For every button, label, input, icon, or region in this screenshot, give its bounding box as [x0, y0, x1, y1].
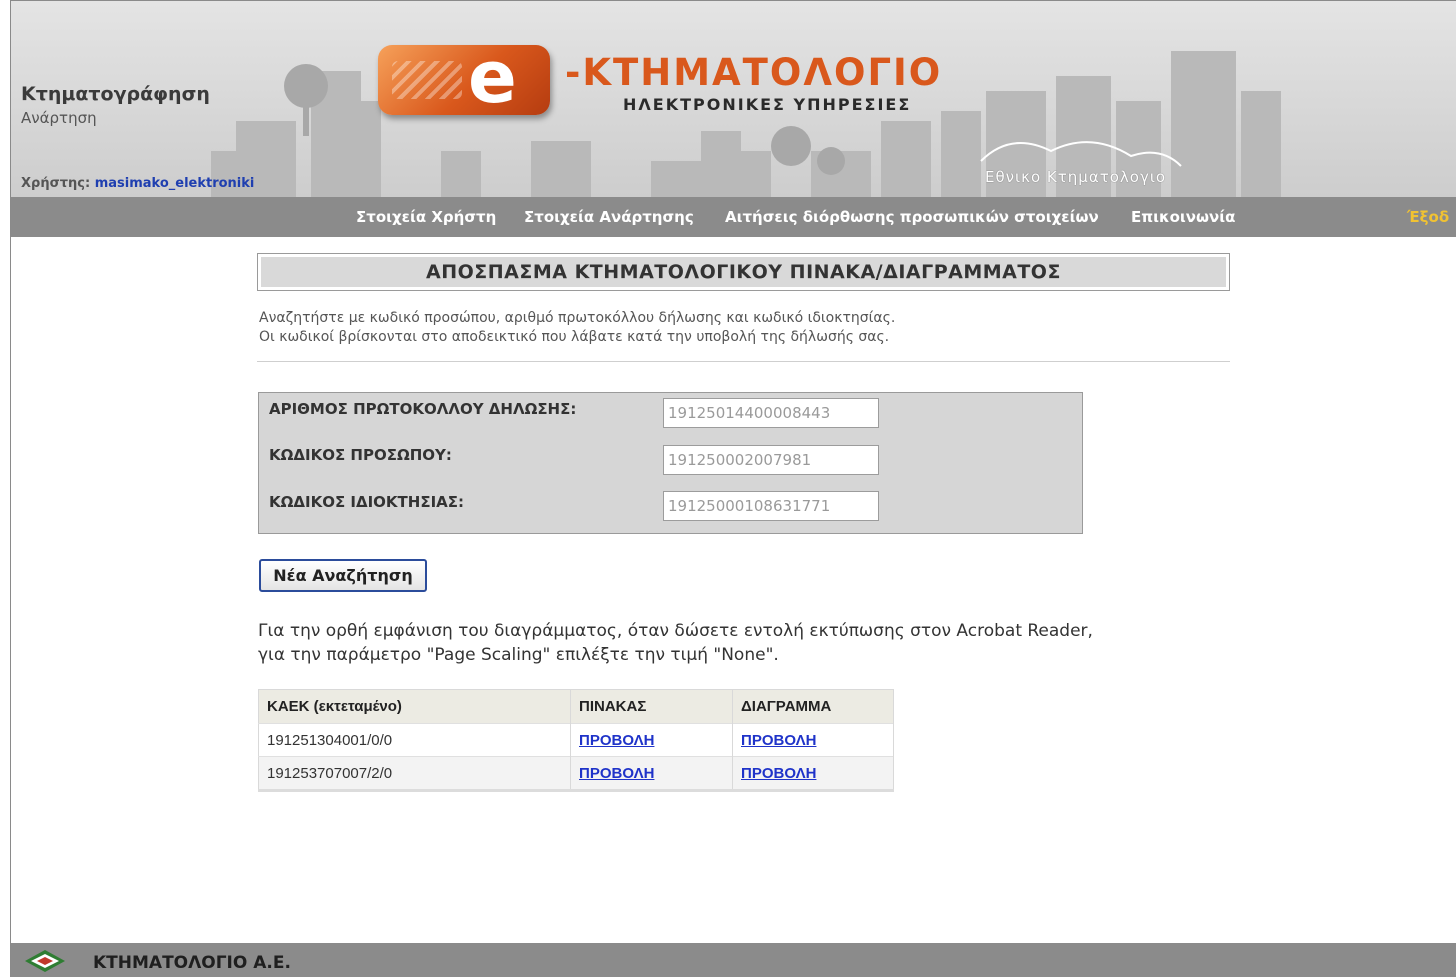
search-form: ΑΡΙΘΜΟΣ ΠΡΩΤΟΚΟΛΛΟΥ ΔΗΛΩΣΗΣ: ΚΩΔΙΚΟΣ ΠΡΟ…: [258, 392, 1083, 534]
column-header-table: ΠΙΝΑΚΑΣ: [570, 689, 733, 724]
results-table: ΚΑΕΚ (εκτεταμένο) ΠΙΝΑΚΑΣ ΔΙΑΓΡΑΜΜΑ 1912…: [258, 689, 894, 792]
username-link[interactable]: masimako_elektroniki: [95, 176, 255, 191]
agency-logo-text: Εθνικο Κτηματολογιο: [985, 168, 1167, 186]
main-nav: Στοιχεία Χρήστη Στοιχεία Ανάρτησης Αιτήσ…: [11, 197, 1456, 237]
page-title: ΑΠΟΣΠΑΣΜΑ ΚΤΗΜΑΤΟΛΟΓΙΚΟΥ ΠΙΝΑΚΑ/ΔΙΑΓΡΑΜΜ…: [261, 257, 1226, 287]
view-diagram-link[interactable]: ΠΡΟΒΟΛΗ: [741, 732, 816, 749]
table-cell: ΠΡΟΒΟΛΗ: [570, 723, 733, 757]
view-diagram-link[interactable]: ΠΡΟΒΟΛΗ: [741, 765, 816, 782]
page-title-box: ΑΠΟΣΠΑΣΜΑ ΚΤΗΜΑΤΟΛΟΓΙΚΟΥ ΠΙΝΑΚΑ/ΔΙΑΓΡΑΜΜ…: [257, 253, 1230, 291]
kaek-cell: 191251304001/0/0: [258, 723, 571, 757]
property-code-label: ΚΩΔΙΚΟΣ ΙΔΙΟΚΤΗΣΙΑΣ:: [269, 493, 465, 511]
view-table-link[interactable]: ΠΡΟΒΟΛΗ: [579, 765, 654, 782]
logo-subtitle: ΗΛΕΚΤΡΟΝΙΚΕΣ ΥΠΗΡΕΣΙΕΣ: [623, 95, 912, 114]
view-table-link[interactable]: ΠΡΟΒΟΛΗ: [579, 732, 654, 749]
table-header-row: ΚΑΕΚ (εκτεταμένο) ΠΙΝΑΚΑΣ ΔΙΑΓΡΑΜΜΑ: [258, 689, 894, 724]
user-label: Χρήστης:: [21, 176, 91, 191]
person-code-label: ΚΩΔΙΚΟΣ ΠΡΟΣΩΠΟΥ:: [269, 446, 452, 464]
logo-e-letter: e: [468, 35, 517, 119]
diagram-cell: ΠΡΟΒΟΛΗ: [732, 756, 894, 791]
nav-exit[interactable]: Έξοδ: [1407, 208, 1449, 226]
print-note-line-2: για την παράμετρο "Page Scaling" επιλέξτ…: [258, 645, 779, 665]
intro-text: Αναζητήστε με κωδικό προσώπου, αριθμό πρ…: [259, 309, 895, 347]
diagram-cell: ΠΡΟΒΟΛΗ: [732, 723, 894, 757]
protocol-number-field[interactable]: [663, 398, 879, 428]
logo-stripes: [392, 61, 462, 99]
section-info: Κτηματογράφηση Ανάρτηση: [21, 83, 210, 127]
kaek-cell: 191253707007/2/0: [258, 756, 571, 791]
e-logo-badge: e: [378, 35, 550, 119]
intro-line-2: Οι κωδικοί βρίσκονται στο αποδεικτικό πο…: [259, 329, 890, 345]
print-note-line-1: Για την ορθή εμφάνιση του διαγράμματος, …: [258, 621, 1093, 641]
column-header-kaek: ΚΑΕΚ (εκτεταμένο): [258, 689, 571, 724]
nav-user-details[interactable]: Στοιχεία Χρήστη: [356, 208, 496, 226]
logo-title: -ΚΤΗΜΑΤΟΛΟΓΙΟ: [565, 51, 943, 94]
site-header: Κτηματογράφηση Ανάρτηση Χρήστης: masimak…: [11, 1, 1456, 197]
section-title: Κτηματογράφηση: [21, 83, 210, 105]
company-name: ΚΤΗΜΑΤΟΛΟΓΙΟ Α.Ε.: [93, 953, 291, 973]
column-header-diagram: ΔΙΑΓΡΑΜΜΑ: [732, 689, 894, 724]
table-cell: ΠΡΟΒΟΛΗ: [570, 756, 733, 791]
user-info: Χρήστης: masimako_elektroniki: [21, 176, 254, 191]
site-footer: ΚΤΗΜΑΤΟΛΟΓΙΟ Α.Ε.: [11, 943, 1456, 977]
section-subtitle: Ανάρτηση: [21, 109, 97, 127]
divider: [257, 361, 1230, 362]
property-code-field[interactable]: [663, 491, 879, 521]
intro-line-1: Αναζητήστε με κωδικό προσώπου, αριθμό πρ…: [259, 310, 896, 326]
table-row: 191253707007/2/0 ΠΡΟΒΟΛΗ ΠΡΟΒΟΛΗ: [258, 756, 894, 791]
new-search-button[interactable]: Νέα Αναζήτηση: [259, 559, 427, 592]
print-note: Για την ορθή εμφάνιση του διαγράμματος, …: [258, 619, 1093, 667]
table-row: 191251304001/0/0 ΠΡΟΒΟΛΗ ΠΡΟΒΟΛΗ: [258, 723, 894, 757]
nav-contact[interactable]: Επικοινωνία: [1131, 208, 1235, 226]
person-code-field[interactable]: [663, 445, 879, 475]
protocol-number-label: ΑΡΙΘΜΟΣ ΠΡΩΤΟΚΟΛΛΟΥ ΔΗΛΩΣΗΣ:: [269, 400, 577, 418]
nav-correction-requests[interactable]: Αιτήσεις διόρθωσης προσωπικών στοιχείων: [725, 208, 1099, 226]
nav-posting-details[interactable]: Στοιχεία Ανάρτησης: [524, 208, 694, 226]
company-logo-icon: [25, 950, 65, 972]
